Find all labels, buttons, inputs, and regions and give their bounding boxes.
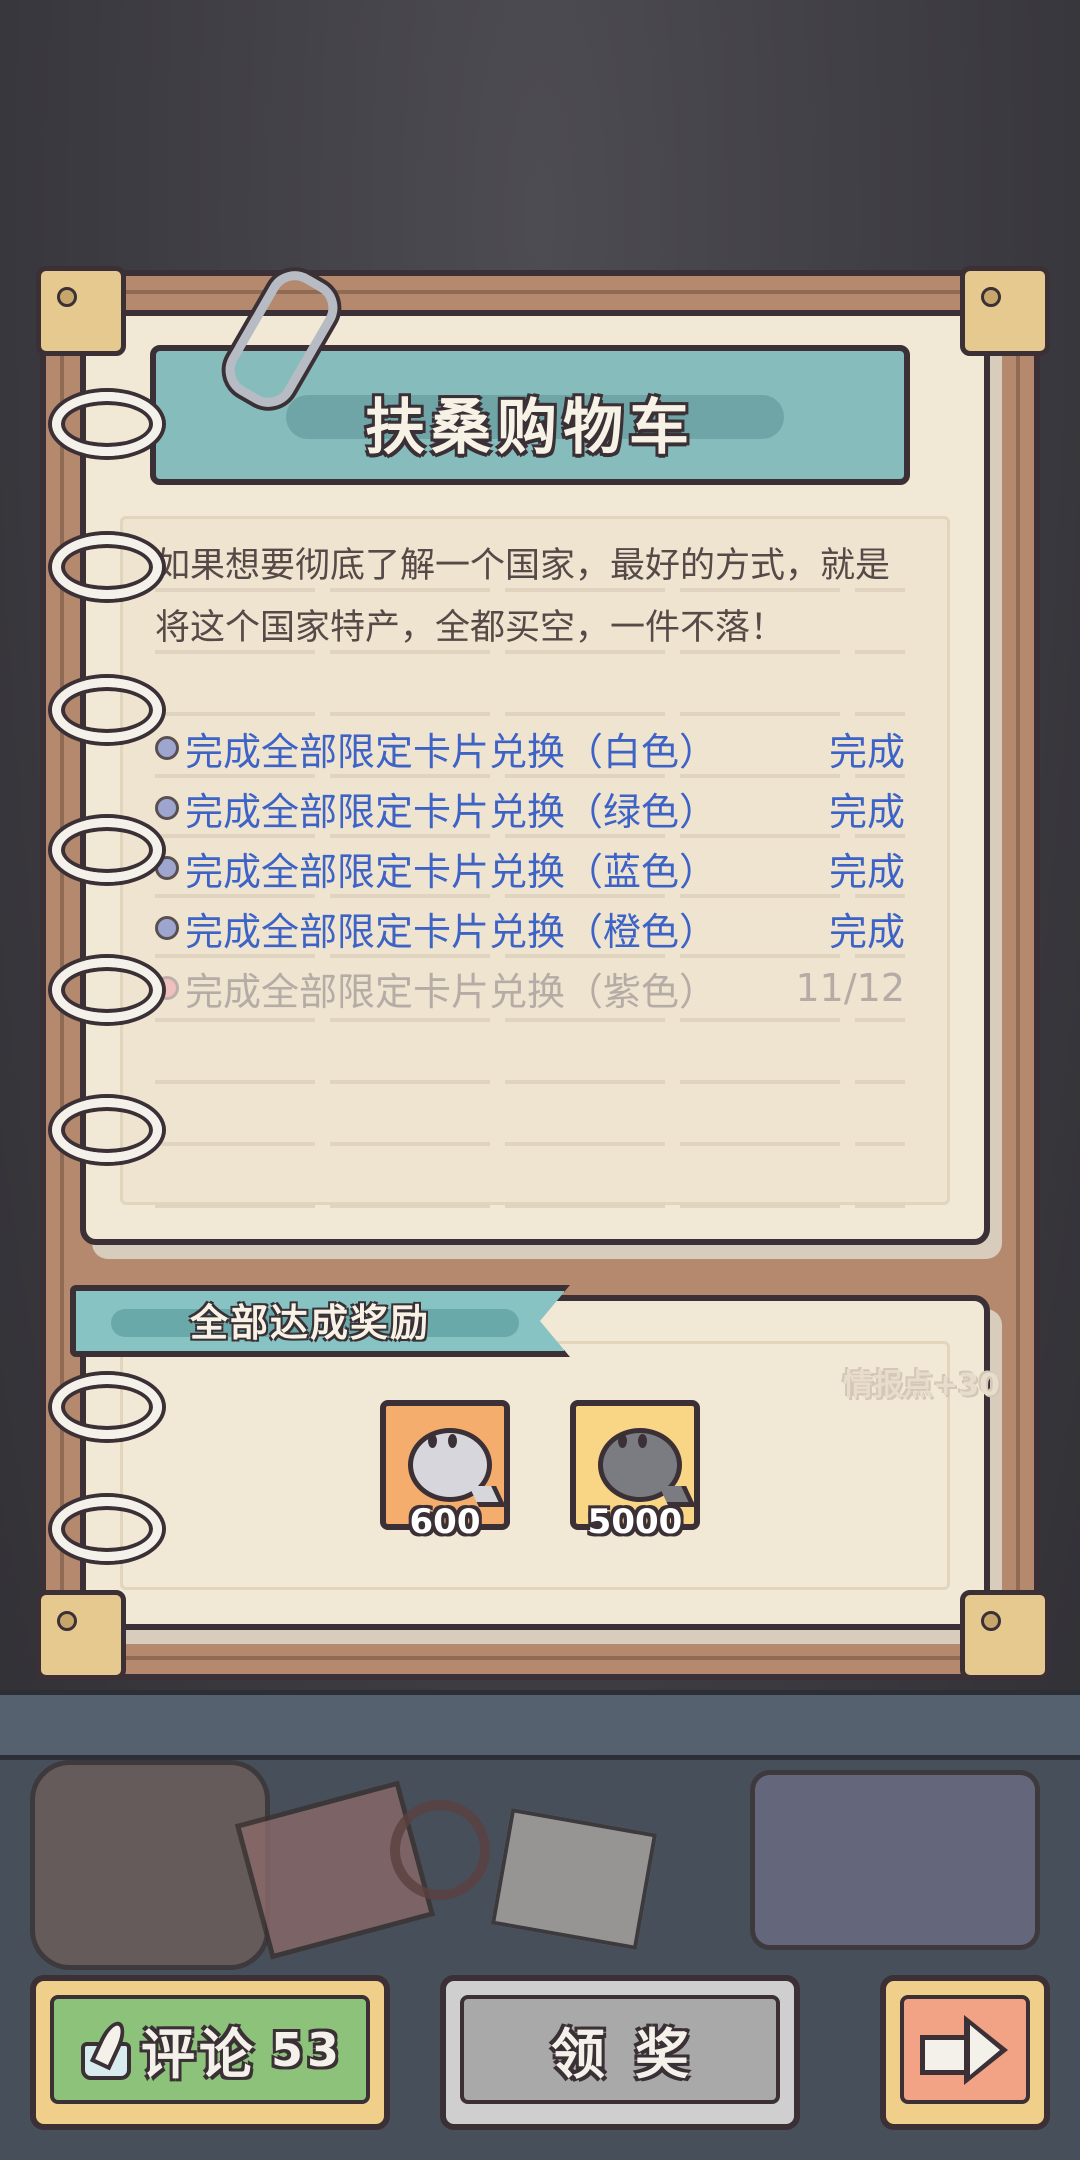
status-dot-icon (155, 796, 179, 820)
task-list: 完成全部限定卡片兑换（白色） 完成 完成全部限定卡片兑换（绿色） 完成 完成全部… (155, 718, 905, 1018)
reward-item[interactable]: 5000 (570, 1400, 700, 1542)
binder-ring-icon (52, 958, 162, 1022)
task-label: 完成全部限定卡片兑换（橙色） (185, 909, 718, 954)
corner-bracket (960, 266, 1050, 356)
task-item: 完成全部限定卡片兑换（白色） 完成 (155, 718, 905, 778)
intel-points-label: 情报点+30 (843, 1368, 1000, 1403)
task-status: 完成 (828, 729, 905, 774)
binder-ring-icon (52, 818, 162, 882)
task-label: 完成全部限定卡片兑换（白色） (185, 729, 718, 774)
binder-ring-icon (52, 678, 162, 742)
magnifier-decoration (390, 1800, 490, 1900)
scroll-decoration (30, 1760, 270, 1970)
claim-label: 领奖 (551, 2023, 719, 2086)
binder-ring-icon (52, 1098, 162, 1162)
task-label: 完成全部限定卡片兑换（紫色） (185, 969, 718, 1014)
binder-ring-icon (52, 1497, 162, 1561)
task-status: 完成 (828, 849, 905, 894)
next-button[interactable] (880, 1975, 1050, 2130)
task-progress: 11/12 (795, 966, 905, 1010)
claim-reward-button[interactable]: 领奖 (440, 1975, 800, 2130)
status-dot-icon (155, 736, 179, 760)
task-item: 完成全部限定卡片兑换（橙色） 完成 (155, 898, 905, 958)
basket-decoration (750, 1770, 1040, 1950)
task-label: 完成全部限定卡片兑换（绿色） (185, 789, 718, 834)
paper-decoration (490, 1808, 658, 1950)
corner-bracket (36, 1590, 126, 1680)
binder-ring-icon (52, 535, 162, 599)
task-item: 完成全部限定卡片兑换（蓝色） 完成 (155, 838, 905, 898)
task-status: 完成 (828, 909, 905, 954)
reward-title: 全部达成奖励 (189, 1301, 430, 1345)
task-item: 完成全部限定卡片兑换（紫色） 11/12 (155, 958, 905, 1018)
comment-label: 评论 (140, 2023, 257, 2086)
reward-item[interactable]: 600 (380, 1400, 510, 1542)
corner-bracket (960, 1590, 1050, 1680)
description-text: 如果想要彻底了解一个国家，最好的方式，就是将这个国家特产，全都买空，一件不落！ (155, 546, 891, 648)
binder-ring-icon (52, 1375, 162, 1439)
status-dot-icon (155, 916, 179, 940)
task-status: 完成 (828, 789, 905, 834)
task-item: 完成全部限定卡片兑换（绿色） 完成 (155, 778, 905, 838)
comment-count: 53 (270, 2022, 343, 2077)
reward-count: 600 (409, 1502, 481, 1542)
comment-button[interactable]: 评论 53 (30, 1975, 390, 2130)
quill-ink-icon (77, 2017, 131, 2080)
corner-bracket (36, 266, 126, 356)
arrow-right-icon (920, 2014, 1010, 2085)
task-label: 完成全部限定卡片兑换（蓝色） (185, 849, 718, 894)
reward-count: 5000 (587, 1502, 683, 1542)
binder-ring-icon (52, 392, 162, 456)
